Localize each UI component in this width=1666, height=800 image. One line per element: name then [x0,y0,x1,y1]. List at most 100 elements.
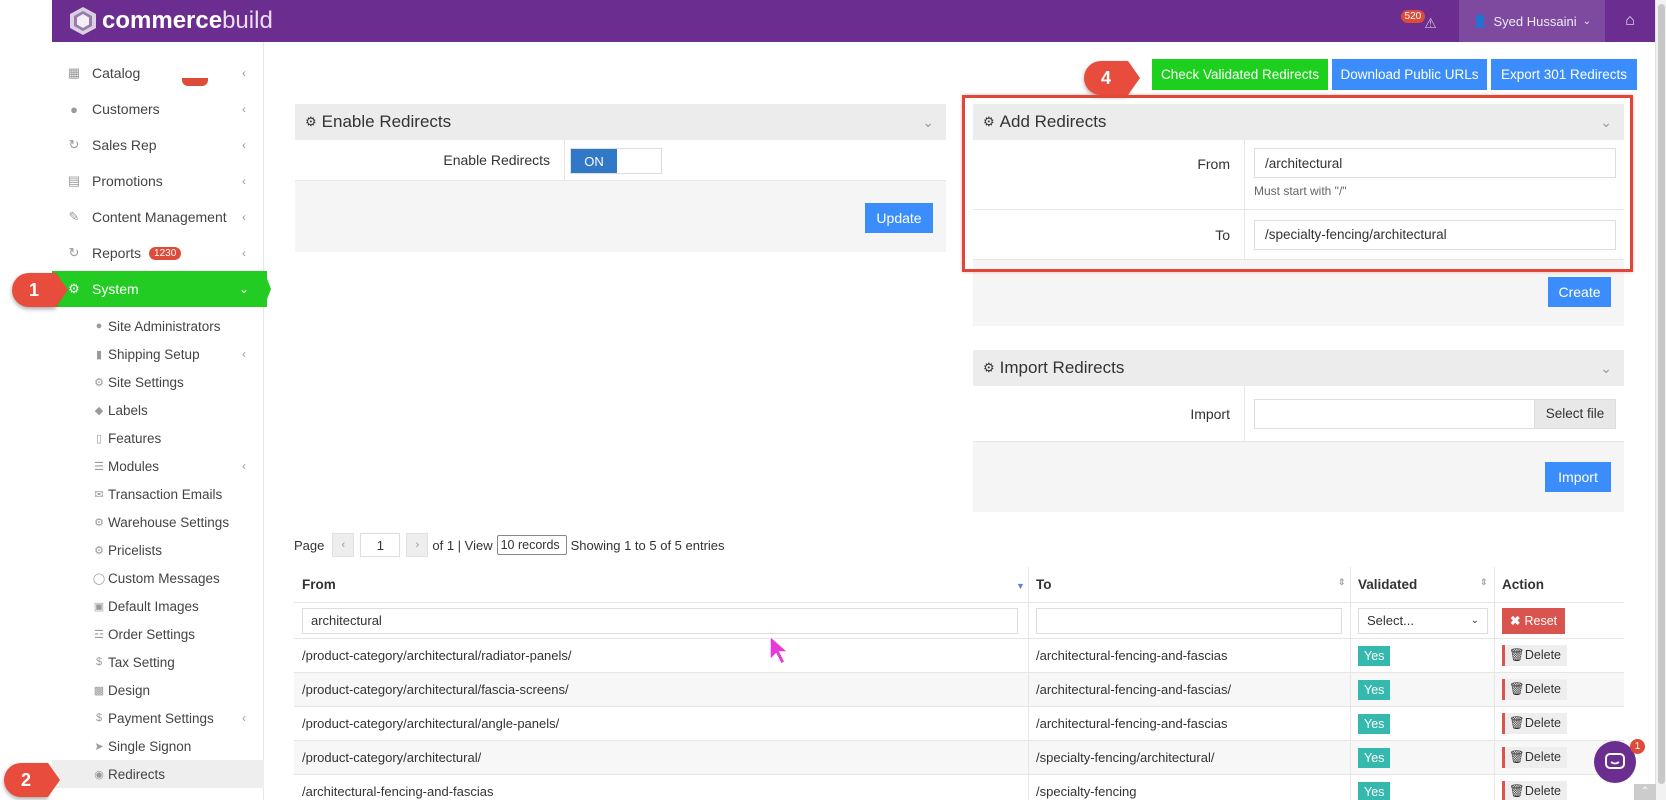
page-number-input[interactable]: 1 [360,533,401,557]
sidebar-item-label: Catalog [92,65,141,81]
select-file-button[interactable]: Select file [1534,398,1616,429]
download-public-urls-button[interactable]: Download Public URLs [1332,59,1487,90]
sidebar-subitem-site-settings[interactable]: ⚙ Site Settings [52,368,264,396]
col-header-from[interactable]: From [302,577,336,592]
export-301-redirects-button[interactable]: Export 301 Redirects [1491,59,1637,90]
sidebar-item-reports[interactable]: ↻ Reports 1230 ‹ [52,235,264,271]
sidebar-subitem-redirects[interactable]: ◉ Redirects [52,760,264,788]
home-button[interactable]: ⌂ [1605,0,1655,42]
chat-unread-badge: 1 [1630,739,1645,754]
page-scrollbar[interactable] [1655,0,1666,800]
validated-badge: Yes [1358,679,1391,700]
prev-page-button[interactable]: ‹ [332,533,355,557]
trash-icon: 🗑 [1509,648,1525,662]
reset-label: Reset [1524,613,1558,628]
validated-badge: Yes [1358,781,1391,800]
delete-label: Delete [1524,716,1562,730]
to-filter-input[interactable] [1036,607,1342,634]
cog-icon: ⚙ [94,516,104,529]
delete-button[interactable]: 🗑Delete [1502,679,1568,700]
sidebar-item-customers[interactable]: ● Customers ‹ [52,91,264,127]
delete-label: Delete [1524,648,1562,662]
delete-button[interactable]: 🗑Delete [1502,713,1568,734]
col-header-validated[interactable]: Validated [1358,577,1417,592]
chevron-left-icon: ‹ [242,246,246,260]
validated-badge: Yes [1358,747,1391,768]
table-row: /product-category/architectural/ /specia… [294,741,1624,775]
logo-text-light: build [222,7,273,34]
delete-button[interactable]: 🗑Delete [1502,645,1568,666]
mouse-cursor-icon [769,634,790,666]
column-divider [1028,707,1029,740]
sidebar-subitem-custom-messages[interactable]: ◯ Custom Messages [52,564,264,592]
panel-header[interactable]: ⚙ Import Redirects ⌄ [973,350,1624,386]
sidebar-subitem-default-images[interactable]: ▣ Default Images [52,592,264,620]
sidebar-subitem-warehouse-settings[interactable]: ⚙ Warehouse Settings [52,508,264,536]
delete-button[interactable]: 🗑Delete [1502,781,1568,800]
col-header-to[interactable]: To [1036,577,1052,592]
enable-redirects-toggle[interactable]: ON [570,148,662,174]
sidebar-item-label: System [92,281,139,297]
sitemap-icon: ⚙ [68,281,80,296]
delete-button[interactable]: 🗑Delete [1502,747,1568,768]
sidebar-subitem-transaction-emails[interactable]: ✉ Transaction Emails [52,480,264,508]
chevron-down-icon[interactable]: ⌄ [1600,360,1612,377]
import-button[interactable]: Import [1545,462,1611,492]
chat-icon [1605,753,1625,769]
sidebar-subitem-modules[interactable]: ☰ Modules ‹ [52,452,264,480]
sidebar-subitem-single-signon[interactable]: ➤ Single Signon [52,732,264,760]
sidebar-subitem-label: Pricelists [108,542,163,558]
sidebar-item-catalog[interactable]: ▦ Catalog ‹ [52,55,264,91]
notifications-button[interactable]: 520 ⚠ [1399,0,1449,42]
chevron-left-icon: ‹ [242,102,246,116]
records-per-page-select[interactable]: 10 records [496,535,567,555]
from-filter-input[interactable]: architectural [302,607,1018,634]
sidebar-subitem-label: Redirects [108,766,166,782]
chevron-left-icon: ‹ [242,459,246,473]
sidebar-subitem-labels[interactable]: ◆ Labels [52,396,264,424]
next-page-button[interactable]: › [406,533,429,557]
sidebar-item-promotions[interactable]: ▤ Promotions ‹ [52,163,264,199]
check-validated-redirects-button[interactable]: Check Validated Redirects [1152,59,1328,90]
sidebar-item-system[interactable]: ⚙ System ⌄ [52,271,271,307]
column-divider [1350,707,1351,740]
sidebar-subitem-site-administrators[interactable]: ● Site Administrators [52,312,264,340]
sort-desc-icon[interactable]: ▼ [1016,581,1025,591]
sort-both-icon[interactable]: ⇕ [1338,577,1346,588]
panel-header[interactable]: ⚙ Enable Redirects ⌄ [295,104,946,140]
sidebar-subitem-shipping-setup[interactable]: ▮ Shipping Setup ‹ [52,340,264,368]
top-navbar: commerce build 520 ⚠ 👤 Syed Hussaini ⌄ ⌂ [52,0,1655,42]
scrollbar-thumb[interactable] [1658,4,1665,784]
update-button[interactable]: Update [865,203,933,233]
sidebar-subitem-features[interactable]: ▯ Features [52,424,264,452]
sidebar-item-content-management[interactable]: ✎ Content Management ‹ [52,199,264,235]
sidebar-subitem-pricelists[interactable]: ⚙ Pricelists [52,536,264,564]
sidebar-subitem-label: Labels [108,402,148,418]
chevron-down-icon[interactable]: ⌄ [922,114,934,131]
enable-redirects-label: Enable Redirects [295,140,565,180]
scroll-to-top-button[interactable]: ⌃ [1634,784,1656,800]
panel-title: Import Redirects [999,358,1125,377]
sidebar-subitem-payment-settings[interactable]: $ Payment Settings ‹ [52,704,264,732]
sidebar-subitem-design[interactable]: ▩ Design [52,676,264,704]
column-divider [1494,741,1495,774]
cogs-icon: ⚙ [94,544,104,557]
notification-count-badge: 520 [1400,10,1426,23]
user-menu-dropdown[interactable]: 👤 Syed Hussaini ⌄ [1458,0,1605,42]
sort-both-icon[interactable]: ⇕ [1480,577,1488,588]
reset-filters-button[interactable]: ✖ Reset [1502,607,1566,634]
chevron-left-icon: ‹ [242,347,246,361]
sidebar-subitem-tax-setting[interactable]: $ Tax Setting [52,648,264,676]
table-header-row: From ▼ To ⇕ Validated ⇕ Action [294,567,1624,603]
create-button[interactable]: Create [1548,277,1611,307]
sidebar-item-sales-rep[interactable]: ↻ Sales Rep ‹ [52,127,264,163]
map-marker-icon: ◉ [94,768,104,781]
user-icon: ● [70,101,78,117]
import-row: Import Select file [973,386,1624,442]
import-file-input[interactable] [1254,398,1534,429]
validated-filter-select[interactable]: Select... ⌄ [1358,607,1488,634]
commercebuild-logo[interactable]: commerce build [68,6,273,36]
sidebar-subitem-label: Custom Messages [108,570,220,586]
sidebar-subitem-order-settings[interactable]: ☲ Order Settings [52,620,264,648]
sidebar-subitem-label: Order Settings [108,626,196,642]
